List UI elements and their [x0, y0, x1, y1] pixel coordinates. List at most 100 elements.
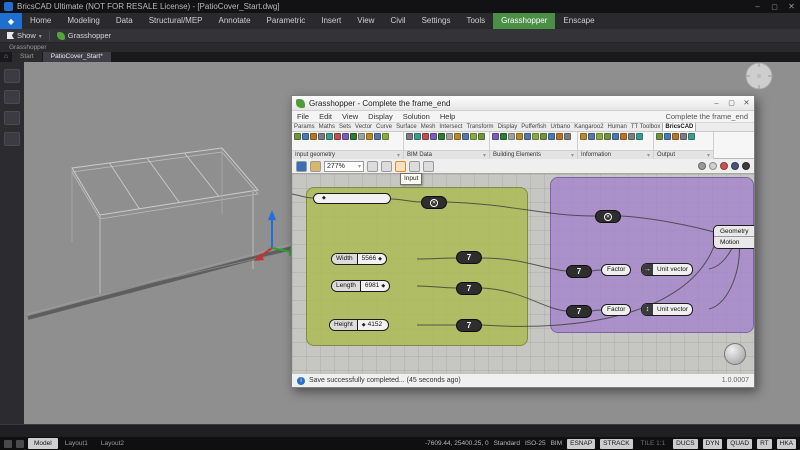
component-icon[interactable] — [672, 133, 679, 140]
open-folder-icon[interactable] — [310, 160, 321, 172]
sketch-tool-icon[interactable] — [367, 160, 378, 172]
number-component[interactable]: 7 — [566, 305, 592, 318]
component-icon[interactable] — [680, 133, 687, 140]
component-icon[interactable] — [540, 133, 547, 140]
component-icon[interactable] — [588, 133, 595, 140]
component-icon[interactable] — [612, 133, 619, 140]
ribbon-tab-civil[interactable]: Civil — [382, 13, 413, 29]
toggle-dyn[interactable]: DYN — [702, 438, 723, 449]
ribbon-tab-modeling[interactable]: Modeling — [59, 13, 107, 29]
menu-view[interactable]: View — [337, 111, 363, 123]
wireframe-eye-icon[interactable] — [423, 160, 434, 172]
component-icon[interactable] — [548, 133, 555, 140]
gh-tab-urbano[interactable]: Urbano — [549, 123, 573, 131]
grid-icon[interactable] — [4, 439, 12, 448]
component-icon[interactable] — [334, 133, 341, 140]
toggle-quad[interactable]: QUAD — [727, 438, 753, 449]
focus-tool-icon[interactable] — [381, 160, 392, 172]
component-icon[interactable] — [430, 133, 437, 140]
menu-help[interactable]: Help — [435, 111, 460, 123]
gh-tab-surface[interactable]: Surface — [394, 123, 419, 131]
ribbon-tab-settings[interactable]: Settings — [414, 13, 459, 29]
component-icon[interactable] — [596, 133, 603, 140]
status-field-bim[interactable]: BIM — [551, 440, 563, 447]
component-icon[interactable] — [318, 133, 325, 140]
display-cone-icon[interactable] — [720, 162, 728, 170]
component-icon[interactable] — [636, 133, 643, 140]
component-icon[interactable] — [656, 133, 663, 140]
gh-tab-bricscad[interactable]: BricsCAD — [662, 123, 697, 131]
component-icon[interactable] — [524, 133, 531, 140]
save-icon[interactable] — [296, 160, 307, 172]
status-field-standard[interactable]: Standard — [494, 440, 520, 447]
gh-tab-params[interactable]: Params — [292, 123, 317, 131]
component-icon[interactable] — [516, 133, 523, 140]
slider-value[interactable]: 6981 — [361, 281, 389, 291]
component-icon[interactable] — [620, 133, 627, 140]
gh-close-button[interactable] — [739, 95, 754, 111]
component-icon[interactable] — [382, 133, 389, 140]
grasshopper-canvas[interactable]: Width5566 Length6981 Height4152 7 7 7 7 7 ✕ ✕ Fact… — [292, 174, 754, 373]
display-shaded-icon[interactable] — [709, 162, 717, 170]
gh-tab-vector[interactable]: Vector — [353, 123, 374, 131]
component-icon[interactable] — [310, 133, 317, 140]
menu-display[interactable]: Display — [363, 111, 398, 123]
grasshopper-title-bar[interactable]: Grasshopper - Complete the frame_end — [292, 96, 754, 111]
tab-layout1[interactable]: Layout1 — [59, 438, 94, 449]
status-field-iso-25[interactable]: ISO-25 — [525, 440, 546, 447]
gh-tab-tt-toolbox[interactable]: TT Toolbox — [629, 123, 662, 131]
properties-icon[interactable] — [4, 111, 20, 125]
display-sphere-icon[interactable] — [698, 162, 706, 170]
component-icon[interactable] — [358, 133, 365, 140]
grasshopper-button[interactable]: Grasshopper — [50, 29, 118, 42]
component-icon[interactable] — [446, 133, 453, 140]
tab-layout2[interactable]: Layout2 — [95, 438, 130, 449]
slider-value[interactable]: 5566 — [358, 254, 386, 264]
slider-height[interactable]: Height4152 — [329, 319, 390, 331]
gh-tab-display[interactable]: Display — [496, 123, 520, 131]
factor-param[interactable]: Factor — [601, 264, 632, 276]
number-component[interactable]: 7 — [456, 282, 482, 295]
application-menu-button[interactable] — [0, 13, 22, 29]
number-component[interactable]: 7 — [456, 251, 482, 264]
doc-tab-start[interactable]: Start — [12, 52, 42, 62]
navigation-compass[interactable] — [742, 62, 776, 92]
number-component[interactable]: 7 — [456, 319, 482, 332]
layout-icon[interactable] — [16, 439, 24, 448]
component-icon[interactable] — [414, 133, 421, 140]
gh-minimize-button[interactable] — [709, 95, 724, 111]
ribbon-tab-structural-mep[interactable]: Structural/MEP — [141, 13, 211, 29]
component-icon[interactable] — [462, 133, 469, 140]
component-icon[interactable] — [294, 133, 301, 140]
gh-tab-mesh[interactable]: Mesh — [419, 123, 438, 131]
component-icon[interactable] — [478, 133, 485, 140]
component-icon[interactable] — [302, 133, 309, 140]
gh-tab-maths[interactable]: Maths — [317, 123, 337, 131]
gh-tab-pufferfish[interactable]: Pufferfish — [519, 123, 548, 131]
gh-maximize-button[interactable] — [724, 95, 739, 111]
component-icon[interactable] — [664, 133, 671, 140]
slider-length[interactable]: Length 6981 — [331, 280, 391, 292]
doc-tab-patiocover-start[interactable]: PatioCover_Start* — [42, 52, 111, 62]
tool-palette-icon[interactable] — [4, 69, 20, 83]
maximize-button[interactable] — [766, 0, 783, 14]
menu-solution[interactable]: Solution — [398, 111, 435, 123]
component-icon[interactable] — [556, 133, 563, 140]
close-button[interactable] — [783, 0, 800, 14]
show-button[interactable]: Show — [0, 29, 49, 42]
layers-icon[interactable] — [4, 90, 20, 104]
multiply-component[interactable]: ✕ — [595, 210, 621, 223]
component-icon[interactable] — [508, 133, 515, 140]
ribbon-tab-home[interactable]: Home — [22, 13, 59, 29]
ribbon-tab-view[interactable]: View — [349, 13, 382, 29]
unit-vector-component[interactable]: ↕ Unit vector — [641, 303, 694, 316]
component-icon[interactable] — [326, 133, 333, 140]
component-icon[interactable] — [500, 133, 507, 140]
component-icon[interactable] — [470, 133, 477, 140]
home-icon[interactable] — [0, 52, 12, 62]
unit-vector-component[interactable]: → Unit vector — [641, 263, 694, 276]
zoom-select[interactable]: 277% — [324, 160, 364, 172]
ribbon-tab-annotate[interactable]: Annotate — [211, 13, 259, 29]
toggle-strack[interactable]: STRACK — [600, 438, 633, 449]
multiply-component[interactable]: ✕ — [421, 196, 447, 209]
